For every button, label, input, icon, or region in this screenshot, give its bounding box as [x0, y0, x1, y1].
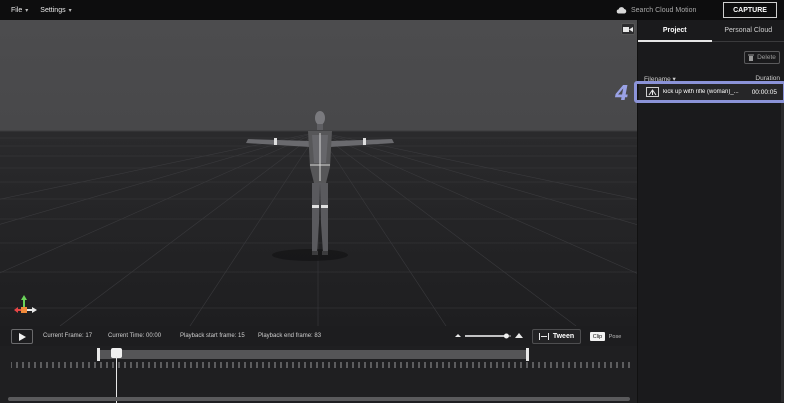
chevron-down-icon: ▾ — [68, 7, 72, 14]
file-menu-label: File — [11, 6, 23, 14]
menu-bar: File ▾ Settings ▾ Search Cloud Motion CA… — [0, 0, 784, 20]
playback-start-label: Playback start frame: — [180, 333, 237, 339]
current-frame-label: Current Frame: — [43, 333, 84, 339]
timeline-scrollbar[interactable] — [8, 397, 630, 401]
file-menu[interactable]: File ▾ — [11, 7, 28, 14]
file-name: kick up with rifle (woman)_... — [663, 89, 739, 95]
filename-column-label: Filename — [644, 76, 671, 83]
play-button[interactable] — [11, 329, 33, 344]
range-end-handle[interactable] — [526, 348, 529, 361]
frame-ticks — [11, 362, 630, 368]
timeline[interactable] — [0, 346, 637, 403]
current-frame-readout: Current Frame: 17 — [43, 333, 92, 339]
playback-controls: Current Frame: 17 Current Time: 00:00 Pl… — [0, 326, 637, 346]
playback-start-readout: Playback start frame: 15 — [180, 333, 245, 339]
axis-gizmo-icon[interactable] — [14, 295, 38, 321]
play-icon — [18, 332, 26, 341]
tab-personal-cloud[interactable]: Personal Cloud — [711, 20, 784, 42]
playback-start-value: 15 — [238, 333, 245, 339]
settings-menu-label: Settings — [40, 6, 66, 14]
3d-viewport[interactable] — [0, 20, 637, 326]
current-time-readout: Current Time: 00:00 — [108, 333, 161, 339]
zoom-out-icon — [455, 334, 461, 337]
file-duration: 00:00:05 — [751, 88, 777, 96]
delete-label: Delete — [757, 54, 776, 61]
settings-menu[interactable]: Settings ▾ — [40, 7, 71, 14]
capture-button[interactable]: CAPTURE — [723, 2, 777, 18]
tween-label: Tween — [552, 333, 575, 340]
cloud-icon — [616, 7, 627, 14]
clip-mode-toggle[interactable]: Clip — [590, 332, 605, 341]
playback-range-bar[interactable] — [98, 350, 529, 359]
panel-scrollbar[interactable] — [781, 102, 784, 402]
chevron-down-icon: ▾ — [25, 7, 29, 14]
panel-tabs: Project Personal Cloud — [638, 20, 784, 42]
sort-chevron-icon: ▾ — [672, 76, 676, 83]
app-window: File ▾ Settings ▾ Search Cloud Motion CA… — [0, 0, 784, 403]
current-frame-value: 17 — [85, 333, 93, 339]
step-marker: 4 — [615, 81, 629, 105]
trash-icon — [748, 54, 755, 61]
zoom-in-icon — [515, 333, 523, 338]
file-list-item[interactable]: kick up with rifle (woman)_... 00:00:05 — [639, 83, 784, 101]
search-placeholder: Search Cloud Motion — [631, 6, 697, 14]
zoom-slider-knob — [503, 333, 509, 339]
current-time-label: Current Time: — [108, 333, 145, 339]
tab-project[interactable]: Project — [638, 20, 712, 42]
playback-end-label: Playback end frame: — [258, 333, 313, 339]
cloud-motion-search[interactable]: Search Cloud Motion — [616, 4, 696, 16]
tween-icon — [538, 333, 549, 340]
project-panel: Project Personal Cloud Delete Filename ▾… — [621, 20, 784, 403]
delete-button[interactable]: Delete — [744, 51, 780, 64]
character-model[interactable] — [240, 105, 400, 285]
playback-end-readout: Playback end frame: 83 — [258, 333, 321, 339]
motion-file-icon — [646, 87, 659, 97]
video-camera-icon — [623, 26, 633, 32]
range-start-handle[interactable] — [97, 348, 100, 361]
tween-button[interactable]: Tween — [532, 329, 581, 344]
pose-mode-toggle[interactable]: Pose — [607, 332, 623, 341]
camera-button[interactable] — [621, 23, 635, 35]
playback-end-value: 83 — [314, 333, 322, 339]
current-time-value: 00:00 — [146, 333, 162, 339]
zoom-slider[interactable] — [455, 331, 523, 341]
